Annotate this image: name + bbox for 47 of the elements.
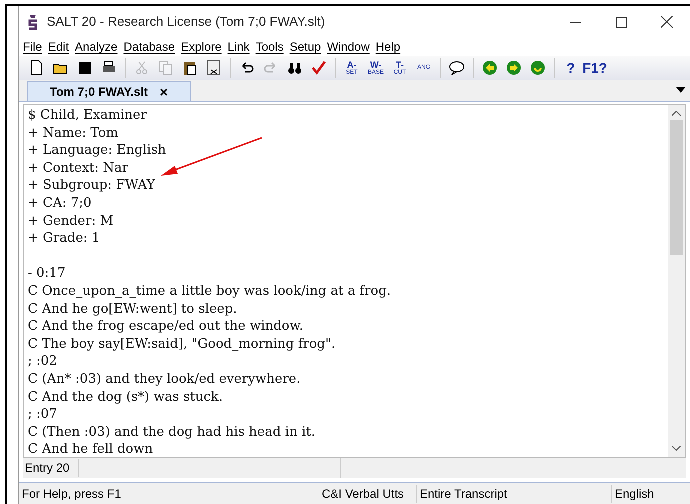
help-button[interactable]: F1? — [583, 56, 607, 80]
status-text: For Help, press F1 — [21, 486, 122, 502]
window-title: SALT 20 - Research License (Tom 7;0 FWAY.slt) — [47, 13, 326, 32]
transcript-line: + Name: Tom — [28, 124, 120, 142]
entry-indicator: Entry 20 — [23, 459, 79, 477]
menu-item[interactable]: Analyze — [75, 38, 118, 56]
scroll-thumb[interactable] — [670, 120, 683, 255]
transcript-line: + Context: Nar — [28, 160, 130, 178]
scroll-down-icon — [672, 446, 681, 451]
transcript-line: C (Then :03) and the dog had his head in it. — [28, 424, 316, 442]
app-logo-icon — [27, 13, 39, 31]
status-text: C&I Verbal Utts — [321, 486, 406, 502]
close-icon — [661, 16, 673, 28]
transcript-line: ; :02 — [28, 353, 58, 371]
status-text: English — [611, 484, 671, 502]
transcript-line: + Language: English — [28, 142, 168, 160]
transcript-line: C And he go[EW:went] to sleep. — [28, 300, 238, 318]
tab-close-button[interactable]: × — [160, 84, 168, 98]
transcript-line: $ Child, Examiner — [28, 107, 148, 125]
transcript-line: ; :07 — [28, 406, 58, 424]
transcript-line: C The boy say[EW:said], "Good_morning frog". — [28, 336, 337, 354]
menu-item[interactable]: Window — [327, 38, 370, 56]
dropdown-arrow-icon — [676, 87, 686, 93]
transcript-line: C And he fell down — [28, 441, 154, 457]
transcript-line: C (An* :03) and they look/ed everywhere. — [28, 370, 302, 388]
menu-item[interactable]: Database — [124, 38, 176, 56]
menu-item[interactable]: File — [23, 38, 42, 56]
transcript-line: C Once_upon_a_time a little boy was look/ing at a frog. — [28, 282, 392, 301]
menu-item[interactable]: Tools — [256, 38, 284, 56]
menu-item[interactable]: Setup — [290, 38, 322, 56]
menu-item[interactable]: Edit — [48, 38, 70, 56]
transcript-line: + Subgroup: FWAY — [28, 177, 156, 195]
document-tab[interactable]: Tom 7;0 FWAY.slt × — [27, 81, 192, 101]
transcript-line: + CA: 7;0 — [28, 194, 93, 213]
vertical-scrollbar[interactable] — [668, 105, 685, 457]
transcript-line: - 0:17 — [28, 265, 67, 283]
maximize-icon — [616, 16, 626, 28]
transcript-line: + Gender: M — [28, 212, 115, 230]
menu-item[interactable]: Link — [228, 38, 250, 56]
scroll-up-icon — [672, 111, 681, 116]
menu-item[interactable]: Help — [376, 38, 401, 56]
transcript-line: + Grade: 1 — [28, 230, 102, 248]
menu-item[interactable]: Explore — [181, 38, 222, 56]
status-text: Entire Transcript — [416, 484, 611, 502]
transcript-line: C And the frog escape/ed out the window. — [28, 318, 304, 336]
transcript-line: C And the dog (s*) was stuck. — [28, 388, 224, 406]
help-button[interactable]: ? — [559, 56, 583, 80]
